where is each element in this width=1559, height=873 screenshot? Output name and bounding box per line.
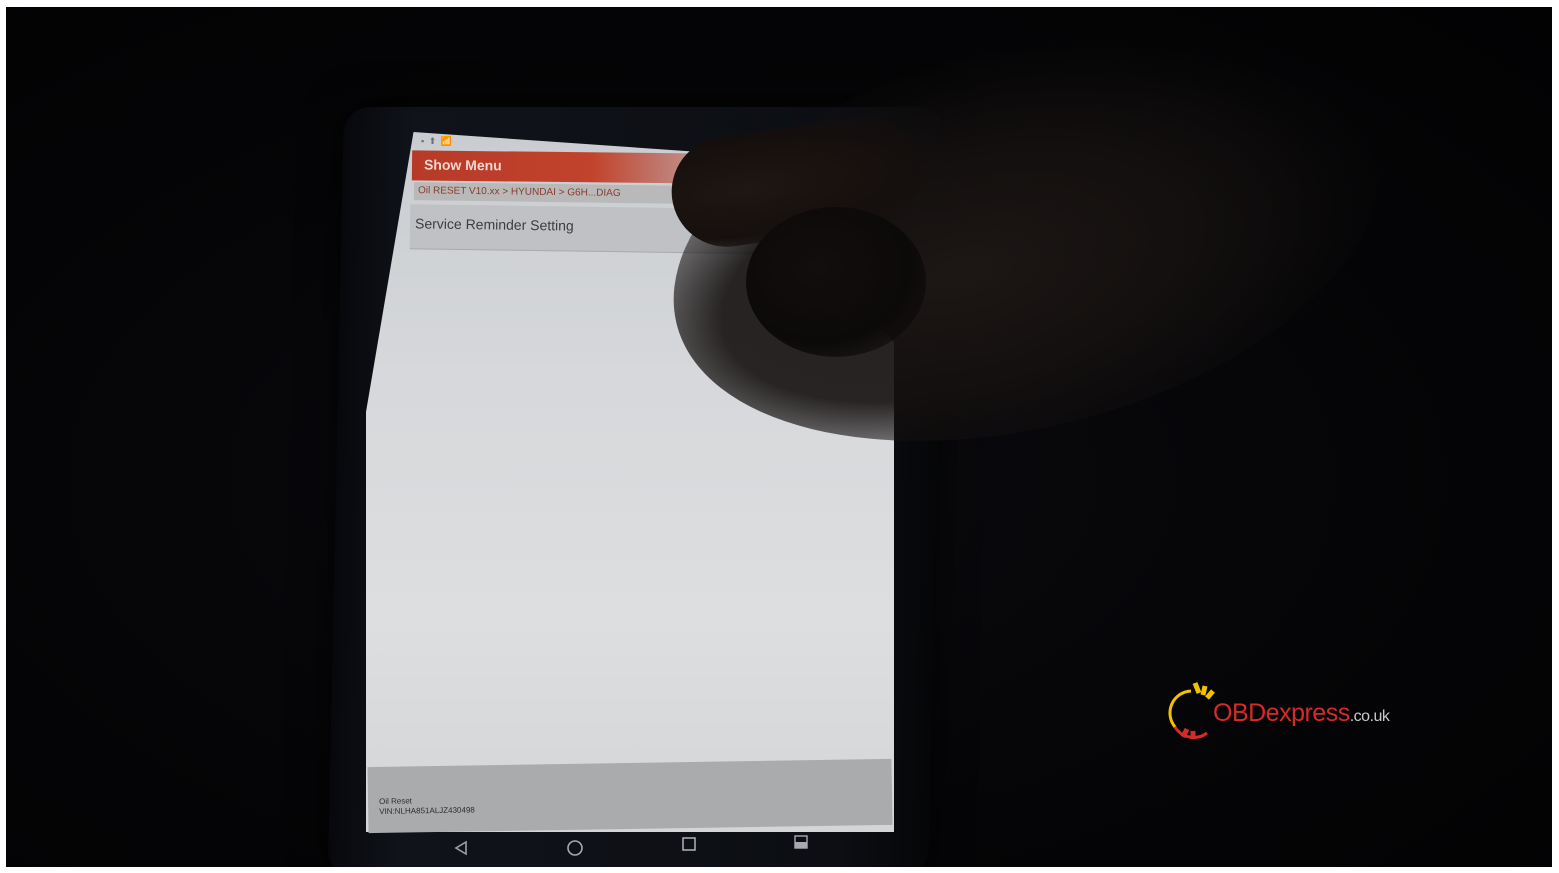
recents-square-icon (682, 837, 696, 851)
logo-brand: OBDexpress (1213, 699, 1350, 727)
screenshot-icon (794, 835, 808, 849)
home-circle-icon (567, 840, 583, 856)
photo-background: ▪ ⬆ 📶 Show Menu Oil RESET V10.xx > HYUND… (6, 7, 1552, 867)
back-triangle-icon (454, 840, 467, 856)
logo-wordmark: OBDexpress.co.uk (1213, 699, 1390, 728)
function-name: Oil Reset (378, 796, 413, 806)
breadcrumb: Oil RESET V10.xx > HYUNDAI > G6H...DIAG (413, 182, 689, 204)
app-toolbar: Show Menu (411, 150, 713, 184)
gauge-logo-icon (1168, 682, 1215, 739)
logo-suffix: .co.uk (1349, 708, 1390, 725)
screenshot-button[interactable] (790, 831, 812, 853)
obdexpress-logo: OBDexpress.co.uk (1161, 679, 1421, 743)
page-title: Show Menu (423, 156, 502, 174)
menu-item-label: Service Reminder Setting (414, 215, 574, 234)
back-button[interactable] (450, 837, 472, 859)
finger-knuckle (746, 207, 926, 357)
home-button[interactable] (564, 837, 586, 859)
vin-label: VIN:NLHA851ALJZ430498 (379, 805, 475, 816)
recents-button[interactable] (678, 833, 700, 855)
status-bar: ▪ ⬆ 📶 (421, 136, 453, 146)
android-nav-bar (366, 829, 906, 867)
vehicle-info-footer: Oil Reset VIN:NLHA851ALJZ430498 (367, 758, 893, 834)
